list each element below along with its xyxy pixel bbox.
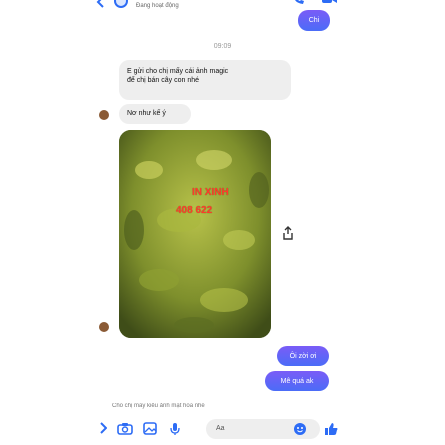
sender-avatar [99,110,109,120]
chat-header: Đang hoạt động [0,0,445,14]
chevron-right-icon[interactable] [99,422,107,434]
message-timestamp: 09:09 [213,43,232,50]
outgoing-message: Chi [298,10,330,31]
photo-watermark: 408 622 [176,205,213,216]
photo-message[interactable]: IN XINH 408 622 [119,130,271,338]
phone-icon[interactable] [292,0,306,6]
video-camera-icon[interactable] [322,0,338,6]
camera-icon[interactable] [117,422,133,435]
message-line: E gửi cho chị mấy cái ảnh magic [127,68,229,75]
outgoing-message: Mê quá ak [265,371,329,391]
typing-preview: Cho chị mấy kiểu ảnh mặt hoa nhé [112,403,205,409]
contact-avatar[interactable] [114,0,128,8]
microphone-icon[interactable] [170,422,180,436]
outgoing-message: Ôi zời ơi [277,346,329,366]
incoming-message: Nơ như kế ý [119,104,191,124]
message-line: để chị bán cây con nhé [127,77,199,84]
thumbs-up-icon[interactable] [324,422,338,436]
active-status: Đang hoạt động [136,3,179,9]
emoji-icon[interactable] [294,423,306,435]
incoming-message: E gửi cho chị mấy cái ảnh magic để chị b… [119,60,291,100]
photo-watermark: IN XINH [192,187,229,198]
sender-avatar [99,322,109,332]
chevron-left-icon[interactable] [96,0,106,8]
share-icon[interactable] [281,226,295,240]
plant-photo [119,130,271,338]
message-composer: Aa [0,416,445,445]
image-icon[interactable] [143,422,157,435]
